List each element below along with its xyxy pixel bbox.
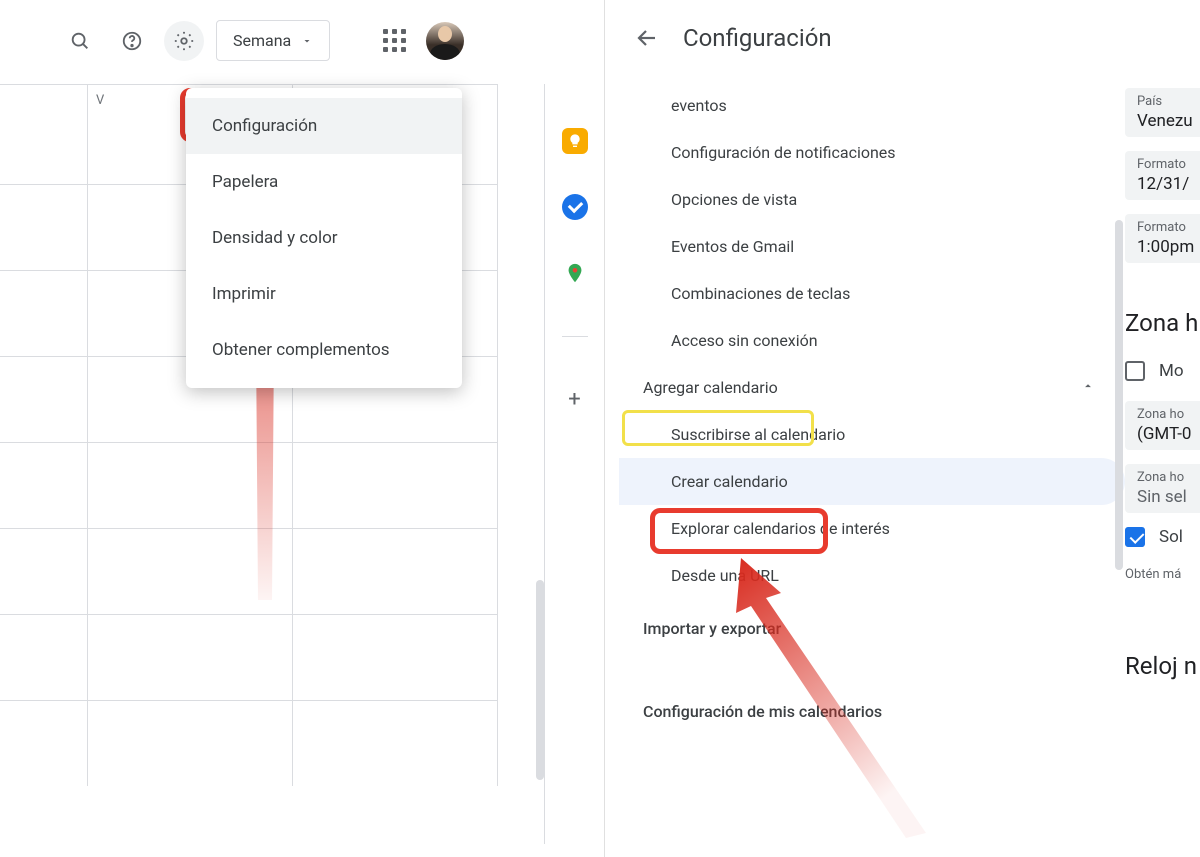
formato-hora-label: Formato [1131, 220, 1200, 235]
sol-checkbox[interactable] [1125, 527, 1145, 547]
nav-agregar-calendario[interactable]: Agregar calendario [619, 364, 1125, 411]
view-select[interactable]: Semana [216, 20, 330, 61]
settings-nav: eventos Configuración de notificaciones … [605, 82, 1125, 735]
back-arrow-icon[interactable] [635, 26, 659, 50]
settings-dropdown: Configuración Papelera Densidad y color … [186, 88, 462, 388]
pais-value: Venezu [1131, 109, 1200, 131]
menu-configuracion[interactable]: Configuración [186, 98, 462, 154]
nav-importar[interactable]: Importar y exportar [619, 605, 1125, 652]
rail-divider [562, 336, 588, 337]
settings-scrollbar[interactable] [1115, 220, 1123, 570]
keep-icon[interactable] [562, 128, 588, 154]
pais-label: País [1131, 94, 1200, 109]
field-zona2[interactable]: Zona ho Sin sel [1125, 464, 1200, 513]
search-icon[interactable] [60, 21, 100, 61]
settings-content: País Venezu Formato 12/31/ Formato 1:00p… [1125, 0, 1200, 857]
reloj-section-title: Reloj n [1125, 652, 1200, 680]
settings-title: Configuración [683, 24, 832, 52]
field-pais[interactable]: País Venezu [1125, 88, 1200, 137]
mostrar-checkbox[interactable] [1125, 361, 1145, 381]
side-rail: + [544, 84, 604, 844]
mostrar-checkbox-row[interactable]: Mo [1125, 361, 1200, 381]
nav-explorar[interactable]: Explorar calendarios de interés [619, 505, 1125, 552]
nav-agregar-label: Agregar calendario [643, 378, 778, 397]
formato-fecha-value: 12/31/ [1131, 172, 1200, 194]
settings-sidebar: Configuración eventos Configuración de n… [605, 0, 1125, 857]
menu-densidad[interactable]: Densidad y color [186, 210, 462, 266]
nav-opciones-vista[interactable]: Opciones de vista [619, 176, 1125, 223]
obten-hint: Obtén má [1125, 567, 1200, 582]
formato-fecha-label: Formato [1131, 157, 1200, 172]
sol-checkbox-row[interactable]: Sol [1125, 527, 1200, 547]
nav-crear-calendario[interactable]: Crear calendario [619, 458, 1125, 505]
nav-desde-url[interactable]: Desde una URL [619, 552, 1125, 599]
avatar[interactable] [426, 22, 464, 60]
menu-complementos[interactable]: Obtener complementos [186, 322, 462, 378]
menu-papelera[interactable]: Papelera [186, 154, 462, 210]
apps-grid-icon[interactable] [374, 21, 414, 61]
sol-label: Sol [1159, 527, 1183, 547]
field-formato-fecha[interactable]: Formato 12/31/ [1125, 151, 1200, 200]
chevron-up-icon [1081, 378, 1095, 397]
nav-teclas[interactable]: Combinaciones de teclas [619, 270, 1125, 317]
nav-eventos[interactable]: eventos [619, 82, 1125, 129]
settings-header: Configuración [605, 0, 1125, 82]
field-zona1[interactable]: Zona ho (GMT-0 [1125, 401, 1200, 450]
field-formato-hora[interactable]: Formato 1:00pm [1125, 214, 1200, 263]
mostrar-label: Mo [1159, 361, 1184, 381]
topbar: Semana [0, 0, 604, 81]
chevron-down-icon [301, 35, 313, 47]
settings-panel: Configuración eventos Configuración de n… [605, 0, 1200, 857]
zona1-value: (GMT-0 [1131, 422, 1200, 444]
zona2-value: Sin sel [1131, 485, 1200, 507]
formato-hora-value: 1:00pm [1131, 235, 1200, 257]
nav-mis-calendarios[interactable]: Configuración de mis calendarios [619, 688, 1125, 735]
nav-notificaciones[interactable]: Configuración de notificaciones [619, 129, 1125, 176]
scrollbar[interactable] [536, 580, 544, 780]
nav-offline[interactable]: Acceso sin conexión [619, 317, 1125, 364]
nav-gmail[interactable]: Eventos de Gmail [619, 223, 1125, 270]
calendar-main-panel: Semana V [0, 0, 605, 857]
zona2-label: Zona ho [1131, 470, 1200, 485]
settings-gear-icon[interactable] [164, 21, 204, 61]
menu-imprimir[interactable]: Imprimir [186, 266, 462, 322]
day-header: V [96, 93, 104, 108]
nav-suscribirse[interactable]: Suscribirse al calendario [619, 411, 1125, 458]
tasks-icon[interactable] [562, 194, 588, 220]
maps-icon[interactable] [562, 260, 588, 286]
zona-section-title: Zona h [1125, 309, 1200, 337]
view-select-label: Semana [233, 31, 291, 50]
zona1-label: Zona ho [1131, 407, 1200, 422]
help-icon[interactable] [112, 21, 152, 61]
rail-add-button[interactable]: + [568, 387, 580, 412]
